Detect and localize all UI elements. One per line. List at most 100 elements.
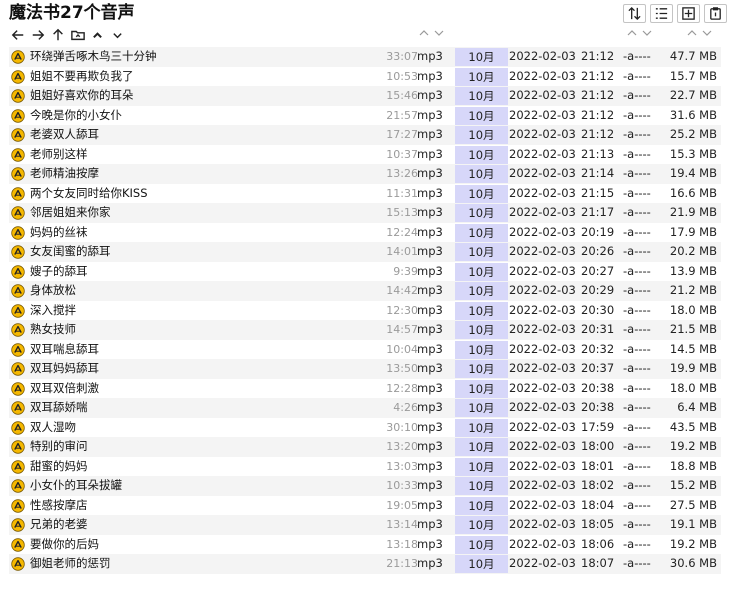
file-row[interactable]: 今晚是你的小女仆 21:57 mp3 10月 2022-02-03 21:12 -a----… — [9, 106, 721, 126]
file-row[interactable]: 要做你的后妈 13:18 mp3 10月 2022-02-03 18:06 -a---- 19… — [9, 535, 721, 555]
file-time: 21:12 — [581, 107, 615, 122]
forward-button[interactable] — [28, 27, 47, 43]
file-month-badge: 10月 — [455, 223, 508, 242]
file-row[interactable]: 姐姐不要再欺负我了 10:53 mp3 10月 2022-02-03 21:12 -a---… — [9, 67, 721, 87]
file-row[interactable]: 御姐老师的惩罚 21:13 mp3 10月 2022-02-03 18:07 -a---- 3… — [9, 554, 721, 574]
file-size: 15.3 MB — [669, 146, 717, 161]
audio-file-icon — [11, 323, 25, 337]
file-month-badge: 10月 — [455, 282, 508, 300]
file-time: 20:31 — [581, 322, 615, 336]
file-extension: mp3 — [417, 185, 443, 200]
file-row[interactable]: 兄弟的老婆 13:14 mp3 10月 2022-02-03 18:05 -a---- 19.… — [9, 515, 721, 535]
file-month-badge: 10月 — [455, 67, 508, 86]
up-arrow-icon — [52, 28, 63, 41]
file-name: 环绕弹舌啄木鸟三十分钟 — [30, 49, 157, 63]
file-row[interactable]: 双人湿吻 30:10 mp3 10月 2022-02-03 17:59 -a---- 43.5… — [9, 418, 721, 438]
file-name: 兄弟的老婆 — [30, 517, 88, 531]
file-row[interactable]: 女友闺蜜的舔耳 14:01 mp3 10月 2022-02-03 20:26 -a---- 2… — [9, 242, 721, 262]
file-size: 22.7 MB — [669, 88, 717, 102]
add-button[interactable] — [677, 4, 700, 23]
file-time: 20:38 — [581, 400, 615, 414]
file-row[interactable]: 双耳喘息舔耳 10:04 mp3 10月 2022-02-03 20:32 -a---- 14… — [9, 340, 721, 360]
file-time: 21:15 — [581, 185, 615, 200]
file-row[interactable]: 性感按摩店 19:05 mp3 10月 2022-02-03 18:04 -a---- 27.… — [9, 496, 721, 516]
file-extension: mp3 — [417, 322, 443, 336]
file-size: 17.9 MB — [669, 224, 717, 239]
file-row[interactable]: 妈妈的丝袜 12:24 mp3 10月 2022-02-03 20:19 -a---- 17.… — [9, 223, 721, 243]
file-attributes: -a---- — [623, 224, 651, 239]
file-row[interactable]: 甜蜜的妈妈 13:03 mp3 10月 2022-02-03 18:01 -a---- 18.… — [9, 457, 721, 477]
file-row[interactable]: 双耳舔娇喘 4:26 mp3 10月 2022-02-03 20:38 -a---- 6.4 … — [9, 398, 721, 418]
file-row[interactable]: 邻居姐姐来你家 15:13 mp3 10月 2022-02-03 21:17 -a---- 2… — [9, 203, 721, 223]
file-row[interactable]: 双耳双倍刺激 12:28 mp3 10月 2022-02-03 20:38 -a---- 18… — [9, 379, 721, 399]
file-attributes: -a---- — [623, 556, 651, 570]
file-row[interactable]: 小女仆的耳朵拔罐 10:33 mp3 10月 2022-02-03 18:02 -a----… — [9, 476, 721, 496]
size-sort-arrows[interactable] — [687, 29, 712, 37]
checklist-button[interactable] — [650, 4, 673, 23]
file-attributes: -a---- — [623, 263, 651, 278]
file-extension: mp3 — [417, 419, 443, 434]
duration-sort-arrows[interactable] — [419, 29, 444, 37]
back-button[interactable] — [8, 27, 27, 43]
file-name: 深入搅拌 — [30, 302, 76, 317]
file-name: 姐姐不要再欺负我了 — [30, 68, 134, 83]
file-row[interactable]: 双耳妈妈舔耳 13:50 mp3 10月 2022-02-03 20:37 -a---- 19… — [9, 359, 721, 379]
file-attributes: -a---- — [623, 146, 651, 161]
sort-button[interactable] — [623, 4, 646, 23]
file-row[interactable]: 熟女技师 14:57 mp3 10月 2022-02-03 20:31 -a---- 21.5… — [9, 320, 721, 340]
file-name: 特别的审问 — [30, 439, 88, 453]
collapse-button[interactable] — [88, 27, 107, 43]
file-row[interactable]: 特别的审问 13:20 mp3 10月 2022-02-03 18:00 -a---- 19.… — [9, 437, 721, 457]
file-duration: 30:10 — [386, 420, 418, 434]
file-row[interactable]: 环绕弹舌啄木鸟三十分钟 33:07 mp3 10月 2022-02-03 21:12 -a-… — [9, 47, 721, 67]
file-date: 2022-02-03 — [509, 419, 576, 434]
file-attributes: -a---- — [623, 322, 651, 336]
back-arrow-icon — [11, 30, 23, 40]
sort-desc-icon — [434, 30, 444, 36]
expand-button[interactable] — [108, 27, 127, 43]
audio-file-icon — [11, 167, 25, 181]
file-duration: 14:01 — [386, 245, 418, 258]
attr-sort-arrows[interactable] — [627, 29, 652, 37]
parent-folder-button[interactable] — [68, 27, 87, 43]
file-duration: 10:37 — [386, 147, 418, 161]
file-row[interactable]: 深入搅拌 12:30 mp3 10月 2022-02-03 20:30 -a---- 18.0… — [9, 301, 721, 321]
file-size: 18.0 MB — [669, 302, 717, 317]
file-size: 15.7 MB — [669, 68, 717, 83]
file-row[interactable]: 嫂子的舔耳 9:39 mp3 10月 2022-02-03 20:27 -a---- 13.9… — [9, 262, 721, 282]
file-name: 双人湿吻 — [30, 419, 76, 434]
file-row[interactable]: 老师别这样 10:37 mp3 10月 2022-02-03 21:13 -a---- 15.… — [9, 145, 721, 165]
file-extension: mp3 — [417, 400, 443, 414]
file-date: 2022-02-03 — [509, 244, 576, 258]
file-attributes: -a---- — [623, 458, 651, 473]
up-button[interactable] — [48, 27, 67, 43]
file-name: 老婆双人舔耳 — [30, 127, 99, 141]
file-row[interactable]: 老师精油按摩 13:26 mp3 10月 2022-02-03 21:14 -a---- 19… — [9, 164, 721, 184]
file-time: 17:59 — [581, 419, 615, 434]
file-name: 要做你的后妈 — [30, 536, 99, 551]
file-duration: 10:53 — [386, 69, 418, 83]
file-duration: 4:26 — [393, 401, 418, 414]
file-month-badge: 10月 — [455, 184, 508, 203]
audio-file-icon — [11, 186, 25, 201]
file-month-badge: 10月 — [455, 516, 508, 534]
file-month-badge: 10月 — [455, 457, 508, 476]
file-duration: 12:24 — [386, 225, 418, 239]
file-row[interactable]: 身体放松 14:42 mp3 10月 2022-02-03 20:29 -a---- 21.2… — [9, 281, 721, 301]
file-time: 21:12 — [581, 49, 615, 63]
file-name: 性感按摩店 — [30, 497, 88, 512]
file-row[interactable]: 姐姐好喜欢你的耳朵 15:46 mp3 10月 2022-02-03 21:12 -a---… — [9, 86, 721, 106]
paste-button[interactable] — [704, 4, 727, 23]
audio-file-icon — [11, 459, 25, 474]
file-month-badge: 10月 — [455, 243, 508, 261]
file-name: 姐姐好喜欢你的耳朵 — [30, 88, 134, 102]
file-extension: mp3 — [417, 166, 443, 180]
file-date: 2022-02-03 — [509, 497, 576, 512]
file-extension: mp3 — [417, 146, 443, 161]
file-row[interactable]: 两个女友同时给你KISS 11:31 mp3 10月 2022-02-03 21:15 -a… — [9, 184, 721, 204]
file-month-badge: 10月 — [455, 126, 508, 144]
sort-desc-icon — [702, 30, 712, 36]
folder-up-icon — [70, 30, 85, 41]
file-time: 18:00 — [581, 439, 615, 453]
file-row[interactable]: 老婆双人舔耳 17:27 mp3 10月 2022-02-03 21:12 -a---- 25… — [9, 125, 721, 145]
